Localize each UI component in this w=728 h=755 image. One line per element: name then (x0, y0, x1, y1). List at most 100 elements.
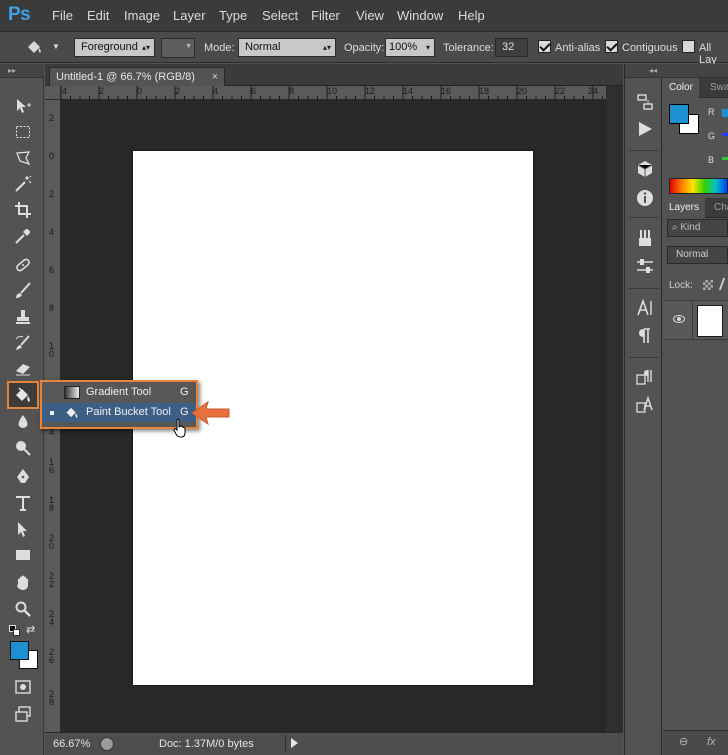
quick-mask-button[interactable] (8, 675, 38, 699)
path-selection-tool[interactable] (8, 517, 38, 541)
lock-label: Lock: (669, 280, 693, 291)
mode-select[interactable]: Normal ▴▾ (238, 38, 336, 57)
eye-icon[interactable] (673, 315, 685, 323)
character-panel-icon[interactable] (635, 298, 655, 318)
vertical-scrollbar[interactable] (606, 86, 623, 732)
horizontal-ruler[interactable]: 4 2 0 2 4 6 8 10 12 14 16 18 20 22 24 (61, 86, 606, 100)
menu-select[interactable]: Select (262, 8, 298, 23)
screen-mode-button[interactable] (8, 702, 38, 726)
layer-row[interactable] (663, 300, 728, 341)
swap-colors-icon[interactable]: ⇄ (26, 623, 35, 636)
eyedropper-icon (15, 229, 30, 244)
magnifier-icon (15, 601, 31, 617)
paragraph-styles-panel-icon[interactable] (635, 367, 655, 387)
menu-file[interactable]: File (52, 8, 73, 23)
red-slider[interactable] (722, 109, 728, 117)
move-tool[interactable] (8, 94, 38, 118)
brush-presets-panel-icon[interactable] (635, 228, 655, 248)
flyout-item-shortcut: G (180, 406, 189, 418)
color-spectrum[interactable] (669, 178, 728, 194)
mouse-pointer-icon (173, 419, 186, 438)
menu-image[interactable]: Image (124, 8, 160, 23)
all-layers-checkbox[interactable] (682, 40, 695, 53)
tab-color[interactable]: Color (663, 78, 699, 98)
link-layers-icon[interactable]: ⊖ (679, 735, 688, 748)
blur-tool[interactable] (8, 410, 38, 434)
info-panel-icon[interactable] (635, 188, 655, 208)
collapse-dock-icon[interactable]: ◂◂ (625, 64, 663, 78)
crop-tool[interactable] (8, 198, 38, 222)
hand-tool[interactable] (8, 571, 38, 595)
eyedropper-tool[interactable] (8, 224, 38, 248)
healing-brush-tool[interactable] (8, 253, 38, 277)
magic-wand-tool[interactable] (8, 172, 38, 196)
3d-panel-icon[interactable] (635, 159, 655, 179)
tool-preset-picker[interactable]: ▼ (24, 38, 64, 58)
pen-tool[interactable] (8, 465, 38, 489)
paragraph-styles-icon (636, 370, 652, 385)
panel-dock: ◂◂ (624, 64, 663, 755)
red-label: R (708, 107, 715, 117)
menu-layer[interactable]: Layer (173, 8, 206, 23)
color-panel-foreground-swatch[interactable] (669, 104, 689, 124)
layer-style-button[interactable]: fx (707, 736, 716, 748)
zoom-tool[interactable] (8, 597, 38, 621)
lock-paint-icon[interactable] (718, 278, 728, 290)
status-info-icon[interactable] (100, 737, 114, 751)
history-brush-tool[interactable] (8, 331, 38, 355)
ruler-label: 1 8 (49, 495, 55, 513)
clone-stamp-tool[interactable] (8, 305, 38, 329)
close-icon[interactable]: × (212, 68, 218, 86)
pattern-picker[interactable]: ▼ (161, 38, 195, 58)
collapse-panel-icon[interactable]: ▸▸ (0, 64, 44, 78)
opacity-input[interactable]: 100% ▾ (385, 38, 435, 57)
menu-bar: Ps File Edit Image Layer Type Select Fil… (0, 0, 728, 32)
screen-mode-icon (15, 706, 31, 722)
type-tool[interactable] (8, 491, 38, 515)
character-styles-panel-icon[interactable] (635, 395, 655, 415)
marquee-tool[interactable] (8, 120, 38, 144)
history-panel-icon[interactable] (635, 92, 655, 112)
menu-edit[interactable]: Edit (87, 8, 109, 23)
ruler-label: 12 (365, 86, 376, 96)
eraser-tool[interactable] (8, 357, 38, 381)
default-colors-icon[interactable] (9, 625, 21, 637)
blue-slider[interactable] (722, 157, 728, 160)
mode-label: Mode: (204, 42, 235, 54)
contiguous-checkbox[interactable] (605, 40, 618, 53)
tolerance-input[interactable]: 32 (495, 38, 528, 57)
ruler-origin[interactable] (45, 86, 61, 100)
zoom-level[interactable]: 66.67% (53, 738, 90, 750)
dodge-tool[interactable] (8, 436, 38, 460)
status-menu-arrow-icon[interactable] (291, 738, 298, 748)
menu-window[interactable]: Window (397, 8, 443, 23)
tab-swatches[interactable]: Swa (704, 78, 728, 98)
ruler-label: 8 (49, 303, 55, 313)
flyout-gradient-tool[interactable]: Gradient Tool G (42, 383, 196, 402)
menu-filter[interactable]: Filter (311, 8, 340, 23)
menu-help[interactable]: Help (458, 8, 485, 23)
tab-channels[interactable]: Cha (708, 198, 728, 218)
annotation-arrow-icon (191, 400, 230, 426)
layer-blend-mode-select[interactable]: Normal (667, 246, 728, 264)
ruler-label: 18 (479, 86, 490, 96)
ruler-label: 1 0 (49, 341, 55, 359)
select-arrows-icon: ▴▾ (322, 43, 331, 52)
fill-source-select[interactable]: Foreground ▴▾ (74, 38, 155, 57)
foreground-color-swatch[interactable] (10, 641, 29, 660)
brush-tool[interactable] (8, 279, 38, 303)
paint-bucket-tool[interactable] (7, 381, 39, 409)
menu-view[interactable]: View (356, 8, 384, 23)
tab-layers[interactable]: Layers (663, 198, 706, 218)
menu-type[interactable]: Type (219, 8, 247, 23)
rectangle-tool[interactable] (8, 543, 38, 567)
document-tab[interactable]: Untitled-1 @ 66.7% (RGB/8) × (49, 67, 225, 86)
antialias-checkbox[interactable] (538, 40, 551, 53)
lasso-tool[interactable] (8, 146, 38, 170)
brush-panel-icon[interactable] (635, 256, 655, 276)
paragraph-panel-icon[interactable] (635, 326, 655, 346)
green-slider[interactable] (722, 133, 728, 136)
lock-transparency-icon[interactable] (703, 280, 713, 290)
layer-filter-kind[interactable]: ⌕ Kind (667, 219, 728, 237)
actions-panel-icon[interactable] (635, 119, 655, 139)
